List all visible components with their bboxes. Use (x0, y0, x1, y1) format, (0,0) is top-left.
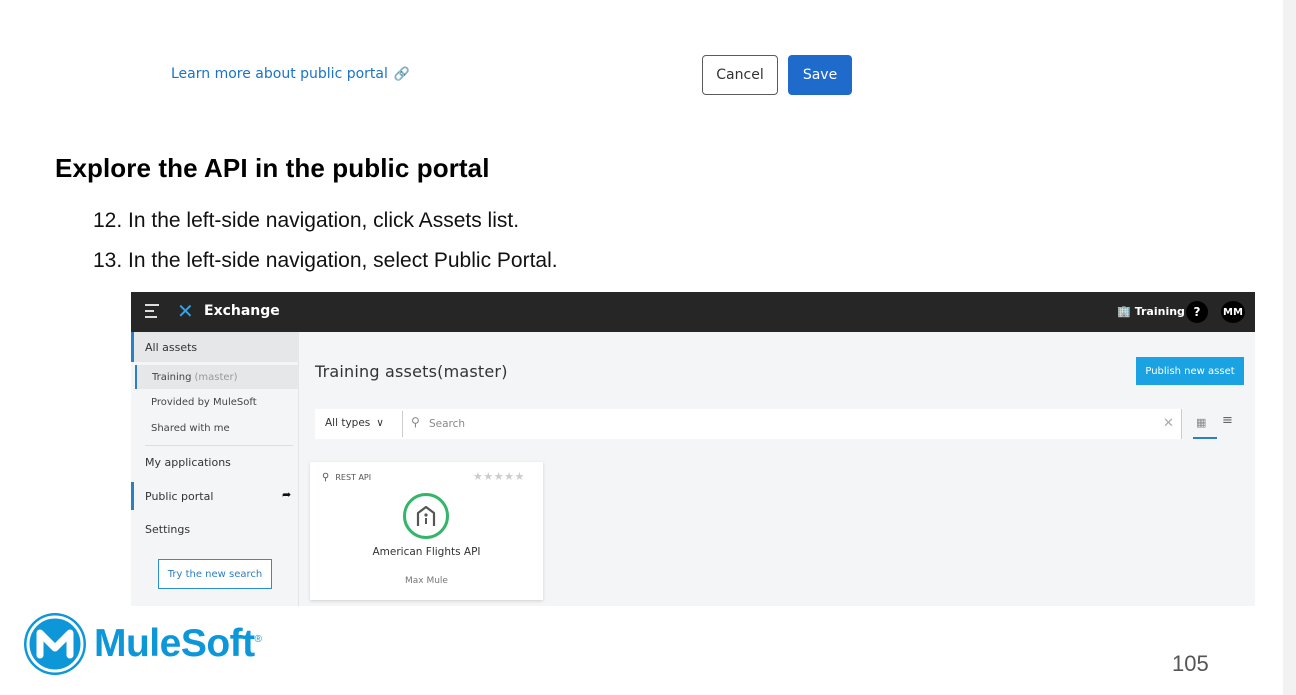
grid-view-active-indicator (1193, 437, 1217, 439)
app-title: Exchange (204, 303, 280, 319)
link-icon: 🔗 (393, 66, 411, 82)
page-right-gutter (1283, 0, 1296, 695)
filter-divider (402, 411, 403, 437)
chevron-down-icon: ∨ (376, 417, 384, 429)
sidebar-item-settings[interactable]: Settings (131, 516, 299, 542)
rest-api-logo-icon (403, 493, 449, 539)
asset-owner: Max Mule (405, 576, 448, 586)
building-icon: 🏢 (1117, 305, 1131, 318)
org-name: Training (1134, 305, 1185, 318)
exchange-topbar: ✕ Exchange 🏢 Training ? MM (131, 292, 1255, 332)
sidebar-item-shared-with-me[interactable]: Shared with me (131, 417, 299, 439)
sidebar-item-public-portal-label: Public portal (145, 489, 214, 503)
publish-new-asset-button[interactable]: Publish new asset (1136, 357, 1244, 385)
type-filter-dropdown[interactable]: All types ∨ (325, 417, 384, 429)
list-view-icon[interactable]: ≡ (1222, 413, 1233, 428)
mulesoft-logo: MuleSoft® (24, 613, 262, 675)
exchange-screenshot: ✕ Exchange 🏢 Training ? MM All assets Tr… (131, 292, 1255, 606)
asset-type-label: REST API (335, 473, 372, 482)
section-heading: Explore the API in the public portal (55, 153, 490, 183)
mulesoft-wordmark: MuleSoft® (94, 622, 262, 666)
sidebar-item-public-portal[interactable]: Public portal ➦ (131, 482, 299, 510)
trademark: ® (254, 634, 262, 645)
share-arrow-icon[interactable]: ➦ (282, 488, 291, 501)
hamburger-menu-icon[interactable] (145, 304, 159, 318)
branch-label: (master) (194, 371, 238, 383)
mulesoft-mark-icon (24, 613, 86, 675)
org-switcher[interactable]: 🏢 Training (1117, 305, 1185, 318)
asset-type: ⚲ REST API (322, 472, 371, 483)
cancel-button[interactable]: Cancel (702, 55, 778, 95)
step-12: 12. In the left-side navigation, click A… (93, 209, 520, 232)
rest-api-icon: ⚲ (322, 472, 330, 483)
learn-more-link-text[interactable]: Learn more about public portal (171, 66, 388, 82)
asset-card[interactable]: ⚲ REST API ★★★★★ American Flights API Ma… (310, 462, 543, 600)
sidebar-item-training[interactable]: Training (master) (135, 365, 299, 389)
user-avatar[interactable]: MM (1221, 301, 1245, 323)
save-button[interactable]: Save (788, 55, 852, 95)
clear-icon[interactable]: ✕ (1163, 416, 1174, 431)
page-number: 105 (1172, 651, 1209, 676)
rating-stars: ★★★★★ (473, 470, 525, 483)
type-filter-value: All types (325, 417, 371, 429)
filter-bar: All types ∨ ⚲ ✕ (315, 409, 1181, 439)
learn-more-link[interactable]: Learn more about public portal 🔗 (171, 66, 410, 82)
sidebar-item-all-assets[interactable]: All assets (131, 332, 299, 362)
try-new-search-button[interactable]: Try the new search (158, 559, 272, 589)
brand-name: MuleSoft (94, 622, 255, 665)
sidebar-item-my-applications[interactable]: My applications (131, 449, 299, 475)
sidebar-item-training-label: Training (152, 371, 192, 383)
view-toggle-divider (1181, 409, 1182, 439)
asset-name[interactable]: American Flights API (310, 546, 543, 558)
grid-view-icon[interactable]: ▦ (1196, 416, 1206, 429)
step-13: 13. In the left-side navigation, select … (93, 249, 558, 272)
assets-page-title: Training assets(master) (315, 362, 508, 381)
help-button[interactable]: ? (1186, 301, 1208, 323)
sidebar-divider (145, 445, 293, 446)
exchange-logo-icon: ✕ (177, 299, 194, 323)
search-input[interactable] (429, 415, 1129, 433)
search-icon: ⚲ (411, 415, 420, 429)
sidebar-item-provided-by-mulesoft[interactable]: Provided by MuleSoft (131, 391, 299, 413)
